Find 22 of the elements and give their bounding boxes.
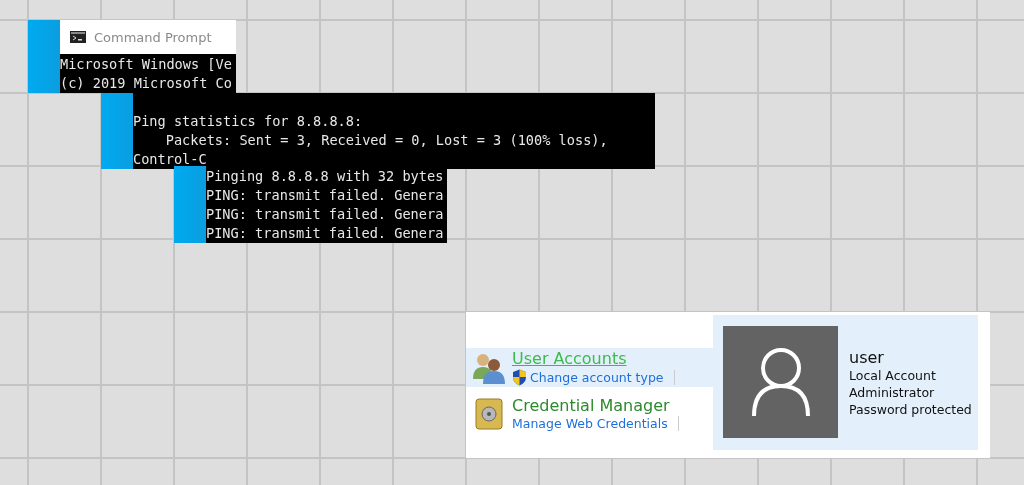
terminal-line: Control-C	[133, 151, 207, 167]
window-title: Command Prompt	[94, 29, 212, 45]
terminal-line: Packets: Sent = 3, Received = 0, Lost = 3 (100% loss),	[164, 132, 608, 148]
category-item[interactable]: Credential Manager Manage Web Credentials	[466, 395, 713, 432]
console-icon	[70, 31, 86, 43]
terminal-line: PING: transmit failed. Genera	[206, 187, 444, 203]
category-item[interactable]: User Accounts Change account type	[466, 348, 713, 387]
terminal-line: PING: transmit failed. Genera	[206, 225, 444, 241]
person-icon	[749, 346, 812, 418]
safe-icon	[474, 396, 504, 431]
category-title[interactable]: Credential Manager	[512, 396, 670, 416]
task-link[interactable]: Manage Web Credentials	[512, 416, 679, 431]
terminal-line: Pinging 8.8.8.8 with 32 bytes	[206, 168, 444, 184]
terminal-line: (c) 2019 Microsoft Co	[60, 75, 232, 91]
user-name: user	[849, 348, 885, 367]
account-detail: Local Account	[849, 367, 937, 384]
terminal-line: PING: transmit failed. Genera	[206, 206, 444, 222]
account-detail: Administrator	[849, 384, 936, 401]
account-detail: Password protected	[849, 401, 972, 418]
task-link[interactable]: Change account type	[530, 370, 675, 385]
terminal-line: Microsoft Windows [Ve	[60, 56, 232, 72]
terminal-line: Ping statistics for 8.8.8.8:	[133, 113, 363, 129]
